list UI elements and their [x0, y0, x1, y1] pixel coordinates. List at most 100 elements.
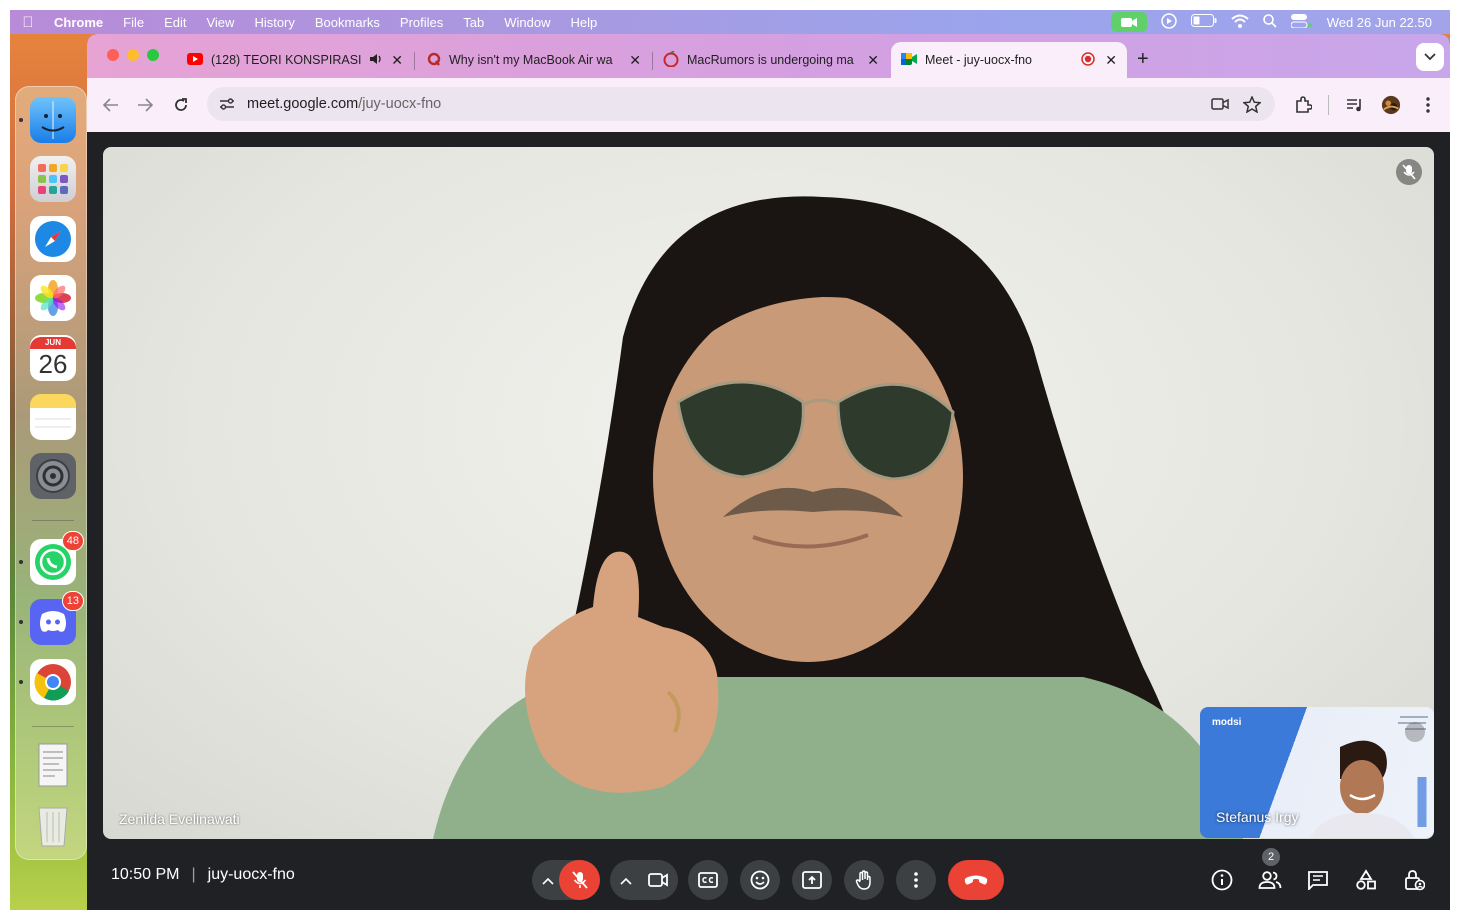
- more-options-button[interactable]: [896, 860, 936, 900]
- audio-playing-icon[interactable]: [369, 53, 383, 68]
- present-screen-icon: [802, 871, 822, 889]
- end-call-icon: [964, 875, 988, 885]
- menubar-clock[interactable]: Wed 26 Jun 22.50: [1327, 15, 1432, 30]
- tab-macrumors[interactable]: MacRumors is undergoing ma ✕: [653, 42, 889, 78]
- info-icon: [1211, 869, 1233, 891]
- reactions-button[interactable]: [740, 860, 780, 900]
- back-arrow-icon[interactable]: [101, 95, 121, 115]
- tab-title: Meet - juy-uocx-fno: [925, 53, 1032, 67]
- menu-window[interactable]: Window: [494, 15, 560, 30]
- extensions-puzzle-icon[interactable]: [1293, 95, 1313, 115]
- tab-strip: (128) TEORI KONSPIRASI ✕ Why isn't my Ma…: [87, 34, 1450, 78]
- self-view-name: Stefanus Irgy: [1216, 809, 1299, 825]
- close-tab-icon[interactable]: ✕: [391, 52, 413, 69]
- menu-history[interactable]: History: [244, 15, 304, 30]
- closed-captions-icon: [698, 872, 718, 888]
- video-options-chevron-icon[interactable]: [620, 872, 632, 890]
- dock-running-indicator: [19, 620, 23, 624]
- dock-separator: [32, 726, 74, 727]
- tab-quora[interactable]: Why isn't my MacBook Air wa ✕: [415, 42, 651, 78]
- close-tab-icon[interactable]: ✕: [629, 52, 651, 69]
- tab-title: Why isn't my MacBook Air wa: [449, 53, 613, 67]
- document-stack-icon[interactable]: [30, 742, 76, 788]
- macrumors-icon: [663, 50, 679, 70]
- finder-icon[interactable]: [30, 97, 76, 143]
- main-participant-video[interactable]: Zenilda Evelinawati modsi Stefanus Irgy: [103, 147, 1434, 839]
- notes-icon[interactable]: [30, 394, 76, 440]
- people-button[interactable]: 2: [1254, 848, 1286, 896]
- mic-off-icon: [571, 871, 588, 889]
- camera-in-use-icon[interactable]: [1110, 12, 1147, 32]
- media-controls-icon[interactable]: [1345, 95, 1365, 115]
- desktop:  Chrome File Edit View History Bookmark…: [10, 10, 1450, 910]
- dock-separator: [32, 520, 74, 521]
- launchpad-icon[interactable]: [30, 156, 76, 202]
- tab-youtube[interactable]: (128) TEORI KONSPIRASI ✕: [177, 42, 413, 78]
- menu-tab[interactable]: Tab: [453, 15, 494, 30]
- camera-button[interactable]: [637, 860, 678, 900]
- chat-icon: [1308, 871, 1328, 890]
- spotlight-search-icon[interactable]: [1262, 13, 1277, 31]
- activities-button[interactable]: [1350, 864, 1382, 896]
- chat-button[interactable]: [1302, 864, 1334, 896]
- menu-edit[interactable]: Edit: [154, 15, 196, 30]
- dock: JUN 26 48 13: [15, 86, 87, 860]
- chrome-menu-kebab-icon[interactable]: [1418, 95, 1438, 115]
- close-tab-icon[interactable]: ✕: [867, 52, 889, 69]
- tab-meet-active[interactable]: Meet - juy-uocx-fno ✕: [891, 42, 1127, 78]
- reload-icon[interactable]: [171, 95, 191, 115]
- tab-search-button[interactable]: [1416, 43, 1444, 71]
- menu-bookmarks[interactable]: Bookmarks: [305, 15, 390, 30]
- calendar-icon[interactable]: JUN 26: [30, 335, 76, 381]
- menu-app-name[interactable]: Chrome: [46, 15, 113, 30]
- photos-icon[interactable]: [30, 275, 76, 321]
- wifi-icon[interactable]: [1231, 14, 1249, 31]
- macos-menubar:  Chrome File Edit View History Bookmark…: [10, 10, 1450, 34]
- site-info-icon[interactable]: [219, 97, 235, 111]
- control-center-icon[interactable]: [1290, 13, 1313, 31]
- dock-running-indicator: [19, 680, 23, 684]
- people-count-badge: 2: [1262, 848, 1280, 866]
- menu-view[interactable]: View: [196, 15, 244, 30]
- audio-options-chevron-icon[interactable]: [542, 872, 554, 890]
- meeting-time: 10:50 PM: [111, 866, 180, 883]
- system-settings-icon[interactable]: [30, 453, 76, 499]
- menu-help[interactable]: Help: [561, 15, 608, 30]
- zoom-window-button[interactable]: [147, 49, 159, 61]
- whatsapp-icon[interactable]: 48: [30, 531, 84, 585]
- leave-call-button[interactable]: [948, 860, 1004, 900]
- safari-icon[interactable]: [30, 216, 76, 262]
- captions-button[interactable]: [688, 860, 728, 900]
- youtube-icon: [187, 52, 203, 68]
- host-controls-button[interactable]: [1398, 864, 1430, 896]
- calendar-day: 26: [38, 349, 68, 379]
- apple-menu-icon[interactable]: : [10, 14, 46, 31]
- microphone-off-button[interactable]: [559, 860, 600, 900]
- close-tab-icon[interactable]: ✕: [1105, 52, 1127, 69]
- dock-running-indicator: [19, 118, 23, 122]
- menu-file[interactable]: File: [113, 15, 154, 30]
- chrome-icon[interactable]: [30, 659, 76, 705]
- meeting-info: 10:50 PM | juy-uocx-fno: [111, 866, 295, 884]
- raise-hand-icon: [855, 870, 871, 890]
- present-screen-button[interactable]: [792, 860, 832, 900]
- minimize-window-button[interactable]: [127, 49, 139, 61]
- self-view-tile[interactable]: modsi Stefanus Irgy: [1200, 707, 1434, 838]
- camera-permission-icon[interactable]: [1211, 98, 1229, 110]
- close-window-button[interactable]: [107, 49, 119, 61]
- toolbar-divider: [1328, 95, 1329, 115]
- bookmark-star-icon[interactable]: [1243, 95, 1261, 113]
- raise-hand-button[interactable]: [844, 860, 884, 900]
- meeting-details-button[interactable]: [1206, 864, 1238, 896]
- url-path: /juy-uocx-fno: [358, 96, 442, 112]
- forward-arrow-icon[interactable]: [135, 95, 155, 115]
- discord-icon[interactable]: 13: [30, 591, 84, 645]
- battery-icon[interactable]: [1190, 14, 1217, 30]
- menu-profiles[interactable]: Profiles: [390, 15, 453, 30]
- trash-icon[interactable]: [30, 802, 76, 848]
- google-meet-icon: [901, 52, 917, 69]
- now-playing-icon[interactable]: [1160, 12, 1177, 32]
- new-tab-button[interactable]: +: [1137, 48, 1149, 71]
- address-bar[interactable]: meet.google.com/juy-uocx-fno: [207, 87, 1275, 121]
- profile-avatar[interactable]: [1381, 95, 1401, 115]
